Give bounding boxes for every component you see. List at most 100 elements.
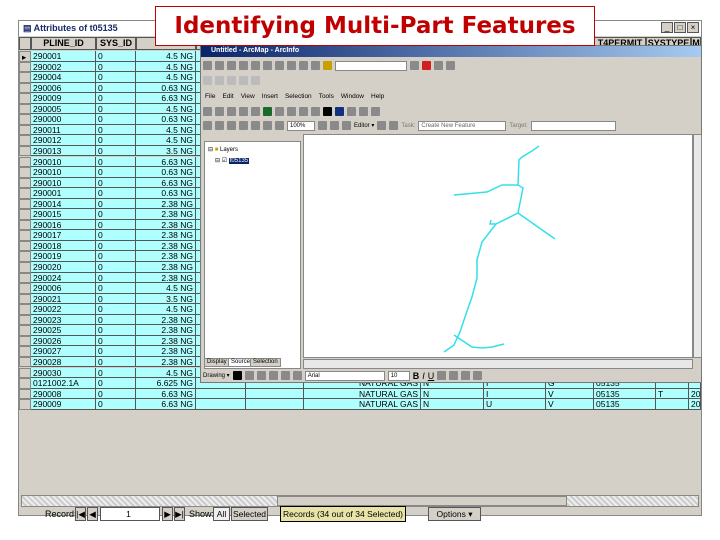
table-cell[interactable]: 2.38 NG	[136, 314, 196, 326]
table-cell[interactable]: NATURAL GAS	[304, 388, 421, 400]
table-cell[interactable]: 0.63 NG	[136, 114, 196, 125]
table-cell[interactable]: 2.38 NG	[136, 209, 196, 220]
maximize-button[interactable]: □	[674, 22, 686, 33]
select-all-header[interactable]	[19, 37, 31, 50]
zoom-out-page-icon[interactable]	[215, 76, 224, 85]
drawing-menu[interactable]: Drawing ▾	[203, 372, 230, 379]
row-selector[interactable]	[19, 114, 31, 125]
toc-layers-root[interactable]: ⊟ ■ Layers	[205, 142, 300, 157]
save-icon[interactable]	[227, 61, 236, 70]
arctoolbox-icon[interactable]	[422, 61, 431, 70]
table-cell[interactable]: 0	[96, 82, 136, 94]
table-cell[interactable]: 290013	[31, 145, 96, 157]
table-cell[interactable]: 290010	[31, 177, 96, 189]
table-cell[interactable]: 0	[96, 240, 136, 252]
layer-name[interactable]: t05135	[228, 158, 250, 164]
table-cell[interactable]: V	[546, 399, 594, 410]
row-selector[interactable]	[19, 325, 31, 336]
row-selector[interactable]	[19, 240, 31, 252]
zoom-out-icon[interactable]	[215, 107, 224, 116]
table-cell[interactable]: 0	[96, 188, 136, 199]
minimize-button[interactable]: _	[661, 22, 673, 33]
table-cell[interactable]: 6.63 NG	[136, 388, 196, 400]
table-cell[interactable]: 290001	[31, 188, 96, 199]
table-cell[interactable]: 290025	[31, 325, 96, 336]
column-header[interactable]: PLINE_ID	[31, 37, 96, 50]
table-cell[interactable]: 290017	[31, 230, 96, 241]
table-cell[interactable]: N	[421, 388, 484, 400]
zoom-in-icon[interactable]	[203, 107, 212, 116]
table-cell[interactable]: 0	[96, 399, 136, 410]
table-cell[interactable]: 290022	[31, 304, 96, 315]
table-cell[interactable]: 290009	[31, 399, 96, 410]
row-selector[interactable]: ▸	[19, 51, 31, 62]
table-cell[interactable]: 0	[96, 177, 136, 189]
target-combo[interactable]	[530, 120, 616, 131]
table-cell[interactable]	[196, 399, 246, 410]
row-selector[interactable]	[19, 209, 31, 220]
table-cell[interactable]: 4.5 NG	[136, 124, 196, 136]
table-cell[interactable]: 290024	[31, 272, 96, 284]
tab-selection[interactable]: Selection	[250, 358, 281, 367]
menu-selection[interactable]: Selection	[285, 93, 312, 100]
forward-icon[interactable]	[287, 107, 296, 116]
find-icon[interactable]	[347, 107, 356, 116]
table-cell[interactable]: 05135	[594, 388, 656, 400]
table-cell[interactable]: 6.625 NG	[136, 378, 196, 389]
measure-icon[interactable]	[359, 107, 368, 116]
row-selector[interactable]	[19, 283, 31, 294]
table-cell[interactable]: 290005	[31, 103, 96, 115]
row-selector[interactable]	[19, 367, 31, 378]
back-icon[interactable]	[275, 107, 284, 116]
table-cell[interactable]: 6.63 NG	[136, 177, 196, 189]
table-cell[interactable]: 0	[96, 103, 136, 115]
table-cell[interactable]: 4.5 NG	[136, 61, 196, 73]
row-selector[interactable]	[19, 124, 31, 136]
table-cell[interactable]: T	[656, 388, 689, 400]
row-selector[interactable]	[19, 251, 31, 262]
table-cell[interactable]: 05135	[594, 399, 656, 410]
toggle-draft-icon[interactable]	[318, 121, 327, 130]
table-cell[interactable]: 2.38 NG	[136, 356, 196, 368]
table-cell[interactable]: 290002	[31, 61, 96, 73]
row-selector[interactable]	[19, 272, 31, 284]
table-cell[interactable]: 0	[96, 378, 136, 389]
edit-tool-icon[interactable]	[377, 121, 387, 130]
table-cell[interactable]: 0	[96, 367, 136, 378]
table-cell[interactable]: 290006	[31, 82, 96, 94]
full-page-icon[interactable]	[239, 76, 248, 85]
table-cell[interactable]: 0	[96, 283, 136, 294]
table-cell[interactable]: 0.63 NG	[136, 188, 196, 199]
row-selector[interactable]	[19, 388, 31, 400]
zoom-out-layout-icon[interactable]	[215, 121, 224, 130]
menu-edit[interactable]: Edit	[222, 93, 233, 100]
row-selector[interactable]	[19, 156, 31, 167]
table-cell[interactable]: 2.38 NG	[136, 251, 196, 262]
row-selector[interactable]	[19, 135, 31, 146]
menu-window[interactable]: Window	[341, 93, 364, 100]
table-cell[interactable]: 0	[96, 135, 136, 146]
table-cell[interactable]: 0.63 NG	[136, 167, 196, 178]
row-selector[interactable]	[19, 378, 31, 389]
line-color-icon[interactable]	[461, 371, 471, 380]
redo-icon[interactable]	[311, 61, 320, 70]
row-selector[interactable]	[19, 93, 31, 104]
table-cell[interactable]: 0.63 NG	[136, 82, 196, 94]
layout-zoom-combo[interactable]: 100%	[287, 120, 315, 131]
table-cell[interactable]	[196, 388, 246, 400]
map-vertical-scrollbar[interactable]	[693, 134, 702, 358]
table-cell[interactable]: 0	[96, 198, 136, 210]
table-cell[interactable]: 0	[96, 51, 136, 62]
table-cell[interactable]: 0	[96, 346, 136, 357]
show-all-button[interactable]: All	[213, 507, 230, 521]
menu-insert[interactable]: Insert	[262, 93, 278, 100]
table-cell[interactable]: NATURAL GAS	[304, 399, 421, 410]
layout-pan-icon[interactable]	[227, 121, 236, 130]
record-number-input[interactable]: 1	[100, 507, 160, 521]
table-cell[interactable]: 290009	[31, 93, 96, 104]
map-view[interactable]	[303, 134, 693, 358]
table-cell[interactable]: N	[421, 399, 484, 410]
row-selector[interactable]	[19, 188, 31, 199]
rectangle-icon[interactable]	[268, 371, 278, 380]
row-selector[interactable]	[19, 103, 31, 115]
